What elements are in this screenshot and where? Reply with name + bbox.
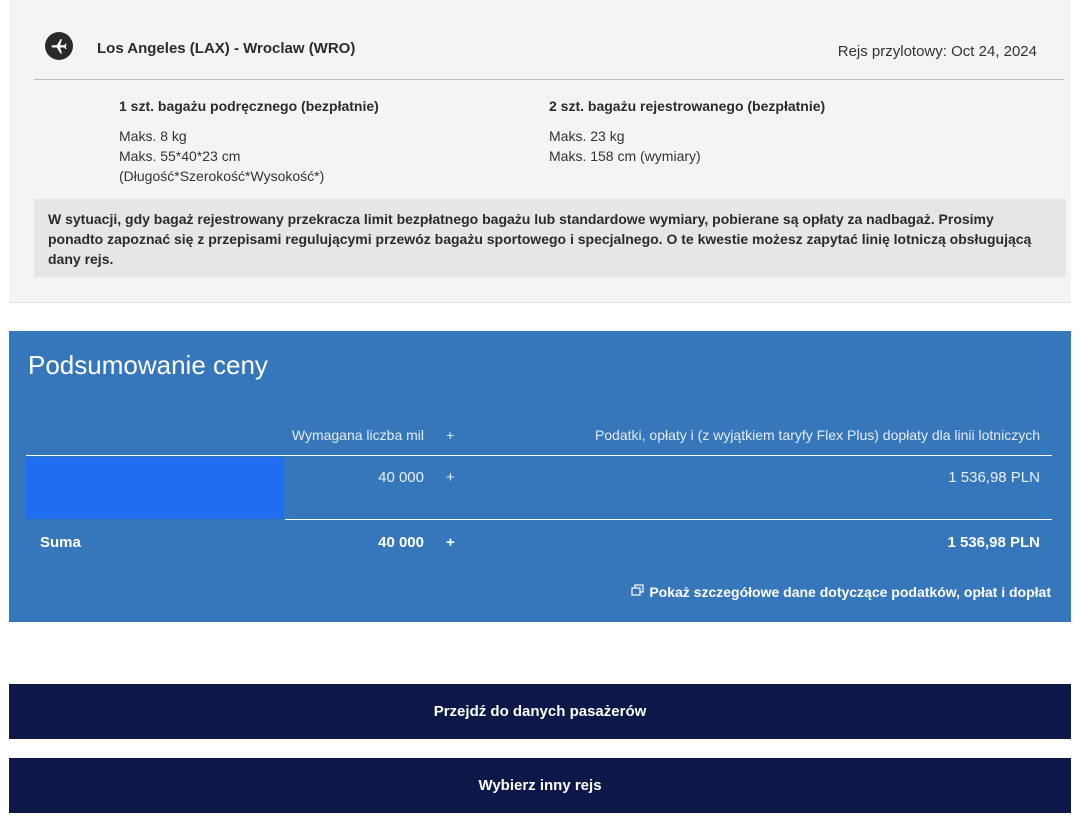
row-divider [285, 519, 1052, 520]
total-taxes: 1 536,98 PLN [947, 534, 1040, 551]
price-summary-title: Podsumowanie ceny [28, 350, 268, 380]
external-window-icon [631, 584, 644, 600]
redacted-block [26, 457, 284, 519]
airplane-icon [45, 32, 73, 60]
total-miles: 40 000 [378, 534, 424, 551]
row-plus: + [446, 469, 455, 486]
row-taxes: 1 536,98 PLN [948, 469, 1040, 486]
carry-on-baggage: 1 szt. bagażu podręcznego (bezpłatnie) M… [119, 96, 379, 186]
return-flight-date: Rejs przylotowy: Oct 24, 2024 [837, 43, 1037, 60]
flight-route: Los Angeles (LAX) - Wroclaw (WRO) [97, 40, 356, 57]
checked-baggage: 2 szt. bagażu rejestrowanego (bezpłatnie… [549, 96, 825, 166]
choose-other-flight-button[interactable]: Wybierz inny rejs [9, 758, 1071, 813]
checked-baggage-title: 2 szt. bagażu rejestrowanego (bezpłatnie… [549, 98, 826, 114]
continue-to-passengers-button[interactable]: Przejdź do danych pasażerów [9, 684, 1071, 739]
flight-card: Los Angeles (LAX) - Wroclaw (WRO) Rejs p… [9, 0, 1071, 303]
divider [34, 79, 1064, 80]
total-plus: + [446, 534, 455, 551]
header-divider [26, 455, 1052, 456]
tax-details-link[interactable]: Pokaż szczegółowe dane dotyczące podatkó… [631, 584, 1051, 600]
plus-column-header: + [446, 427, 455, 443]
carry-on-size: Maks. 55*40*23 cm [119, 148, 241, 164]
checked-baggage-weight: Maks. 23 kg [549, 128, 625, 144]
total-label: Suma [40, 534, 81, 551]
checked-baggage-size: Maks. 158 cm (wymiary) [549, 148, 701, 164]
carry-on-weight: Maks. 8 kg [119, 128, 187, 144]
taxes-column-header: Podatki, opłaty i (z wyjątkiem taryfy Fl… [594, 427, 1040, 443]
baggage-notice: W sytuacji, gdy bagaż rejestrowany przek… [34, 199, 1066, 277]
tax-details-link-label: Pokaż szczegółowe dane dotyczące podatkó… [649, 584, 1051, 600]
carry-on-dimension-note: (Długość*Szerokość*Wysokość*) [119, 168, 325, 184]
row-miles: 40 000 [378, 469, 424, 486]
price-summary-panel: Podsumowanie ceny Wymagana liczba mil + … [9, 331, 1071, 622]
carry-on-title: 1 szt. bagażu podręcznego (bezpłatnie) [119, 98, 379, 114]
miles-column-header: Wymagana liczba mil [291, 427, 424, 443]
